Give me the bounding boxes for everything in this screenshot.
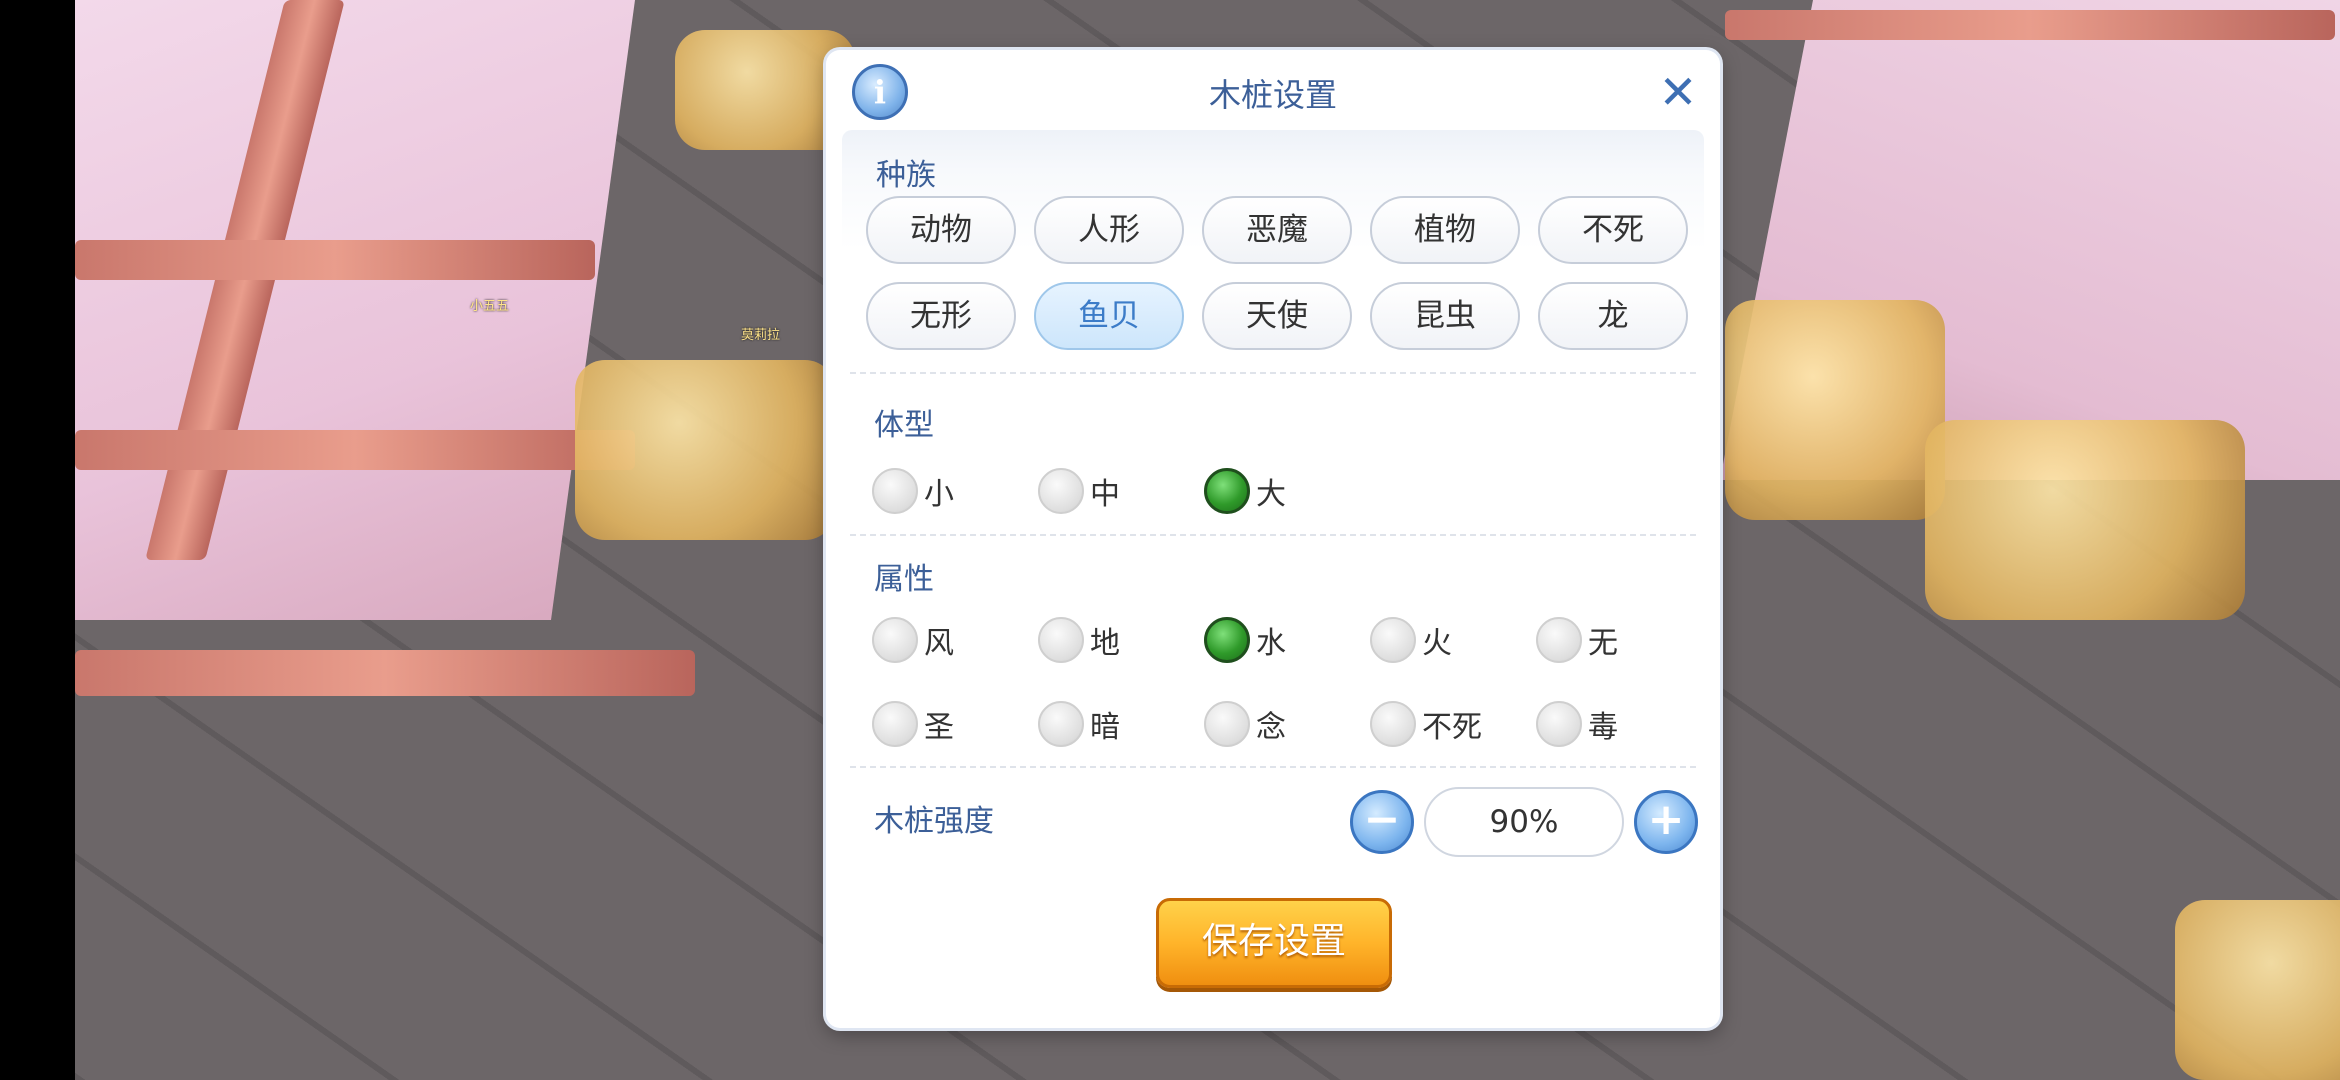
race-option[interactable]: 天使: [1202, 282, 1352, 350]
race-option[interactable]: 昆虫: [1370, 282, 1520, 350]
size-radio[interactable]: 中: [1038, 466, 1120, 516]
section-divider: [850, 372, 1696, 374]
radio-icon: [1536, 701, 1582, 747]
radio-checked-icon: [1204, 468, 1250, 514]
radio-icon: [1038, 701, 1084, 747]
section-divider: [850, 766, 1696, 768]
radio-label: 小: [924, 477, 954, 512]
radio-label: 风: [924, 626, 954, 661]
element-radio[interactable]: 火: [1370, 615, 1452, 665]
radio-label: 暗: [1090, 710, 1120, 745]
race-option[interactable]: 动物: [866, 196, 1016, 264]
radio-icon: [1536, 617, 1582, 663]
element-radio[interactable]: 无: [1536, 615, 1618, 665]
radio-label: 火: [1422, 626, 1452, 661]
wooden-beam: [75, 650, 695, 696]
radio-label: 水: [1256, 626, 1286, 661]
element-radio[interactable]: 毒: [1536, 699, 1618, 749]
radio-label: 毒: [1588, 710, 1618, 745]
element-radio[interactable]: 暗: [1038, 699, 1120, 749]
character-name: 莫莉拉: [741, 328, 781, 343]
race-option[interactable]: 恶魔: [1202, 196, 1352, 264]
save-settings-button[interactable]: 保存设置: [1156, 898, 1392, 988]
wooden-beam: [75, 240, 595, 280]
size-label: 体型: [874, 408, 934, 443]
plus-icon[interactable]: +: [1634, 790, 1698, 854]
race-option[interactable]: 不死: [1538, 196, 1688, 264]
minus-icon[interactable]: −: [1350, 790, 1414, 854]
close-icon[interactable]: ✕: [1654, 68, 1702, 116]
race-option[interactable]: 植物: [1370, 196, 1520, 264]
radio-checked-icon: [1204, 617, 1250, 663]
race-option[interactable]: 人形: [1034, 196, 1184, 264]
strength-label: 木桩强度: [874, 804, 994, 839]
strength-value[interactable]: 90%: [1424, 787, 1624, 857]
race-option[interactable]: 龙: [1538, 282, 1688, 350]
element-radio[interactable]: 风: [872, 615, 954, 665]
character-name: 小五五: [470, 299, 510, 314]
element-radio-selected[interactable]: 水: [1204, 615, 1286, 665]
element-radio[interactable]: 地: [1038, 615, 1120, 665]
radio-label: 不死: [1422, 710, 1482, 745]
furniture-prop: [1925, 420, 2245, 620]
element-radio[interactable]: 不死: [1370, 699, 1482, 749]
radio-icon: [872, 617, 918, 663]
section-divider: [850, 534, 1696, 536]
radio-icon: [1370, 701, 1416, 747]
table-prop: [2175, 900, 2340, 1080]
race-label: 种族: [876, 158, 936, 193]
radio-icon: [1370, 617, 1416, 663]
radio-label: 中: [1090, 477, 1120, 512]
size-radio[interactable]: 小: [872, 466, 954, 516]
wooden-beam: [1725, 10, 2335, 40]
radio-label: 地: [1090, 626, 1120, 661]
element-radio[interactable]: 圣: [872, 699, 954, 749]
dialog-title: 木桩设置: [1208, 76, 1337, 114]
furniture-prop: [1725, 300, 1945, 520]
radio-icon: [1204, 701, 1250, 747]
radio-label: 圣: [924, 710, 954, 745]
settings-panel: 种族 动物 人形 恶魔 植物 不死 无形 鱼贝 天使 昆虫 龙 体型 小 中 大…: [842, 130, 1704, 920]
dummy-settings-dialog: i 木桩设置 ✕ 种族 动物 人形 恶魔 植物 不死 无形 鱼贝 天使 昆虫 龙…: [826, 50, 1720, 1028]
radio-label: 无: [1588, 626, 1618, 661]
radio-icon: [1038, 617, 1084, 663]
radio-icon: [1038, 468, 1084, 514]
race-option-selected[interactable]: 鱼贝: [1034, 282, 1184, 350]
radio-icon: [872, 701, 918, 747]
radio-label: 念: [1256, 710, 1286, 745]
radio-label: 大: [1256, 477, 1286, 512]
element-radio[interactable]: 念: [1204, 699, 1286, 749]
wooden-beam: [75, 430, 635, 470]
piano-prop: [575, 360, 835, 540]
size-radio-selected[interactable]: 大: [1204, 466, 1286, 516]
element-label: 属性: [874, 562, 934, 597]
race-option[interactable]: 无形: [866, 282, 1016, 350]
radio-icon: [872, 468, 918, 514]
